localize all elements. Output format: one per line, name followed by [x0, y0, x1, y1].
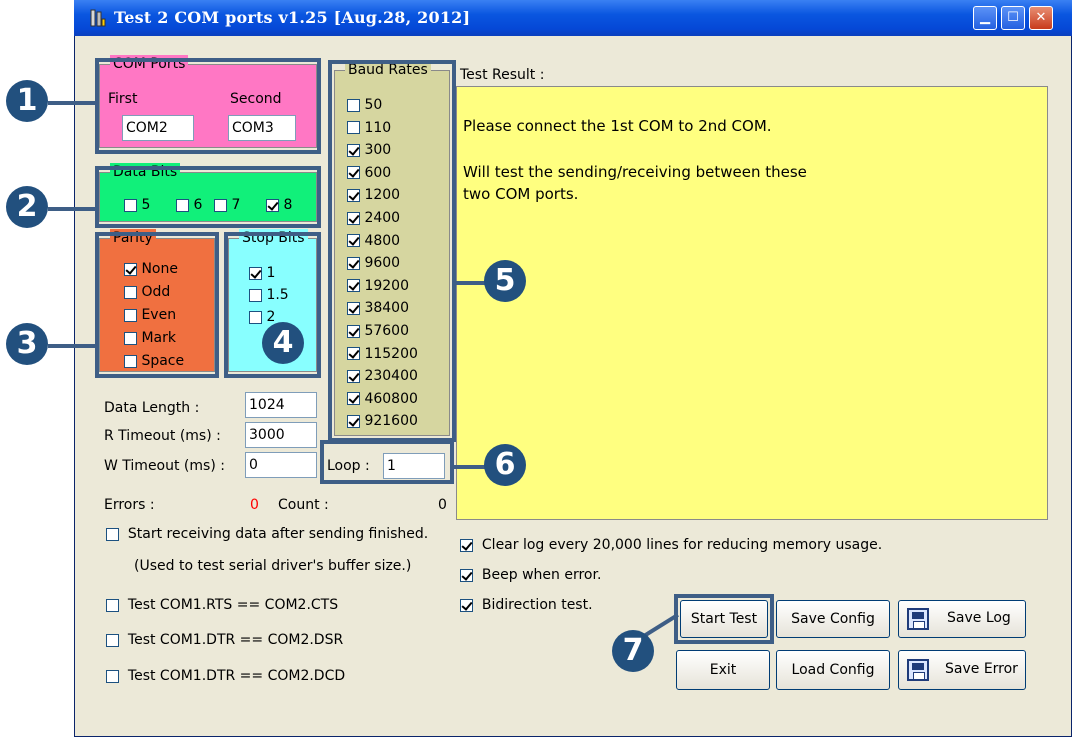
callout-leader-3 [48, 344, 98, 348]
opt-dtr-dsr-label: Test COM1.DTR == COM2.DSR [127, 632, 344, 648]
opt-note: (Used to test serial driver's buffer siz… [134, 558, 412, 574]
w-timeout-label: W Timeout (ms) : [104, 458, 225, 474]
callout-leader-6 [454, 465, 486, 469]
opt-bidirection[interactable]: Bidirection test. [460, 597, 593, 613]
r-timeout-label: R Timeout (ms) : [104, 428, 221, 444]
close-icon: ✕ [1035, 10, 1047, 25]
callout-badge-4: 4 [262, 322, 304, 364]
opt-dtr-dcd-checkbox[interactable] [106, 669, 119, 683]
callout-frame-6 [320, 440, 454, 484]
test-result-log[interactable]: Please connect the 1st COM to 2nd COM. W… [456, 86, 1048, 520]
opt-beep-checkbox[interactable] [460, 568, 473, 582]
data-length-input[interactable]: 1024 [245, 392, 317, 418]
callout-frame-5 [328, 60, 456, 442]
result-line-2: Will test the sending/receiving between … [463, 163, 807, 181]
opt-clear-log[interactable]: Clear log every 20,000 lines for reducin… [460, 537, 882, 553]
save-log-button[interactable]: Save Log [898, 600, 1026, 638]
save-error-label: Save Error [945, 661, 1018, 677]
save-config-button[interactable]: Save Config [776, 600, 890, 638]
opt-beep-label: Beep when error. [481, 567, 602, 583]
errors-value: 0 [250, 497, 259, 513]
callout-badge-3: 3 [6, 323, 48, 365]
maximize-button[interactable]: ☐ [1001, 6, 1025, 30]
exit-button[interactable]: Exit [676, 650, 770, 690]
callout-leader-2 [48, 207, 98, 211]
result-line-1: Please connect the 1st COM to 2nd COM. [463, 117, 772, 135]
callout-leader-1 [48, 101, 98, 105]
opt-bidirection-label: Bidirection test. [481, 597, 593, 613]
count-value: 0 [438, 497, 447, 513]
opt-receive-after-send[interactable]: Start receiving data after sending finis… [106, 526, 428, 542]
app-icon [90, 9, 106, 27]
callout-badge-7: 7 [612, 630, 654, 672]
window-title: Test 2 COM ports v1.25 [Aug.28, 2012] [114, 8, 471, 27]
opt-rts-cts-label: Test COM1.RTS == COM2.CTS [127, 597, 339, 613]
opt-receive-after-send-label: Start receiving data after sending finis… [127, 526, 429, 542]
result-line-3: two COM ports. [463, 185, 579, 203]
opt-rts-cts[interactable]: Test COM1.RTS == COM2.CTS [106, 597, 338, 613]
opt-dtr-dcd-label: Test COM1.DTR == COM2.DCD [127, 668, 346, 684]
close-button[interactable]: ✕ [1029, 6, 1053, 30]
count-label: Count : [278, 497, 329, 513]
opt-rts-cts-checkbox[interactable] [106, 598, 119, 612]
opt-bidirection-checkbox[interactable] [460, 598, 473, 612]
opt-clear-log-checkbox[interactable] [460, 538, 473, 552]
callout-frame-3 [95, 232, 219, 378]
opt-clear-log-label: Clear log every 20,000 lines for reducin… [481, 537, 883, 553]
data-length-label: Data Length : [104, 400, 200, 416]
errors-label: Errors : [104, 497, 155, 513]
minimize-button[interactable]: ▁ [973, 6, 997, 30]
maximize-icon: ☐ [1007, 10, 1019, 25]
opt-dtr-dsr[interactable]: Test COM1.DTR == COM2.DSR [106, 632, 343, 648]
test-result-label: Test Result : [460, 67, 545, 83]
opt-dtr-dcd[interactable]: Test COM1.DTR == COM2.DCD [106, 668, 345, 684]
r-timeout-input[interactable]: 3000 [245, 422, 317, 448]
floppy-disk-icon [907, 608, 929, 630]
floppy-disk-icon [907, 659, 929, 681]
w-timeout-input[interactable]: 0 [245, 452, 317, 478]
opt-receive-after-send-checkbox[interactable] [106, 527, 119, 541]
callout-leader-5 [456, 281, 486, 285]
callout-badge-1: 1 [6, 80, 48, 122]
save-log-label: Save Log [947, 610, 1011, 626]
callout-badge-5: 5 [484, 260, 526, 302]
opt-beep[interactable]: Beep when error. [460, 567, 601, 583]
save-error-button[interactable]: Save Error [898, 650, 1026, 690]
minimize-icon: ▁ [980, 10, 990, 25]
opt-dtr-dsr-checkbox[interactable] [106, 633, 119, 647]
callout-badge-6: 6 [484, 444, 526, 486]
load-config-button[interactable]: Load Config [776, 650, 890, 690]
callout-badge-2: 2 [6, 186, 48, 228]
callout-frame-7 [674, 594, 774, 644]
callout-frame-1 [95, 58, 321, 154]
callout-frame-2 [95, 166, 321, 228]
title-bar[interactable]: Test 2 COM ports v1.25 [Aug.28, 2012] ▁ … [74, 0, 1072, 36]
